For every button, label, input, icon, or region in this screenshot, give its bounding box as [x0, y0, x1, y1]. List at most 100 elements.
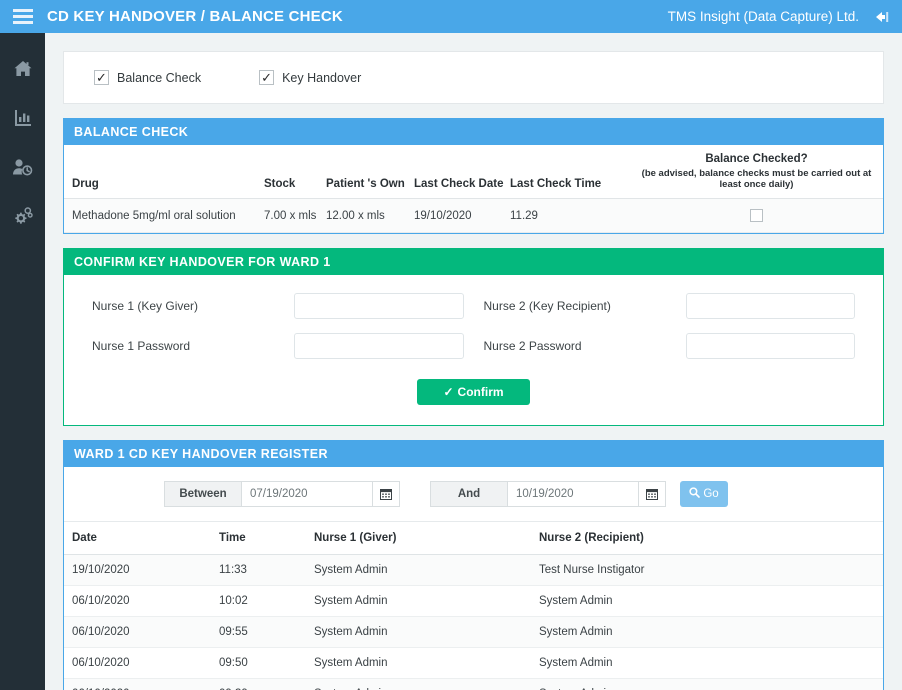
and-label: And [430, 481, 508, 507]
cell-time: 10:02 [219, 585, 314, 617]
cell-nurse2: System Admin [539, 678, 883, 690]
sidebar-item-home[interactable] [0, 47, 45, 96]
key-handover-register-panel: WARD 1 CD KEY HANDOVER REGISTER Between [63, 440, 884, 690]
nurse2-password-group: Nurse 2 Password [474, 333, 866, 359]
table-row: 06/10/2020 09:55 System Admin System Adm… [64, 616, 883, 648]
key-handover-checkbox-box[interactable]: ✓ [259, 70, 275, 85]
check-icon: ✓ [443, 385, 454, 399]
balance-check-checkbox-box[interactable]: ✓ [94, 70, 109, 85]
col-nurse2: Nurse 2 (Recipient) [539, 522, 883, 555]
col-nurse1: Nurse 1 (Giver) [314, 522, 539, 555]
register-filter-bar: Between And [64, 467, 883, 522]
company-name: TMS Insight (Data Capture) Ltd. [667, 9, 859, 24]
between-date-input[interactable] [242, 481, 372, 507]
cell-last-check-time: 11.29 [510, 198, 630, 233]
col-time: Time [219, 522, 314, 555]
hamburger-icon[interactable] [0, 0, 45, 33]
cell-balance-checked[interactable] [630, 198, 883, 233]
and-date-input[interactable] [508, 481, 638, 507]
register-table: Date Time Nurse 1 (Giver) Nurse 2 (Recip… [64, 522, 883, 690]
balance-check-table: Drug Stock Patient 's Own Last Check Dat… [64, 145, 883, 233]
table-row: 06/10/2020 09:50 System Admin System Adm… [64, 647, 883, 679]
col-last-check-date: Last Check Date [414, 145, 510, 199]
cogs-icon [12, 206, 33, 231]
cell-nurse2: Test Nurse Instigator [539, 554, 883, 586]
table-row: Methadone 5mg/ml oral solution 7.00 x ml… [64, 198, 883, 233]
go-button[interactable]: Go [680, 481, 728, 507]
left-sidebar [0, 33, 45, 690]
page-title: CD KEY HANDOVER / BALANCE CHECK [47, 8, 343, 25]
nurse2-password-input[interactable] [685, 333, 855, 359]
register-table-body: 19/10/2020 11:33 System Admin Test Nurse… [64, 554, 883, 690]
header-right-group: TMS Insight (Data Capture) Ltd. [668, 9, 902, 25]
nurse2-name-label: Nurse 2 (Key Recipient) [483, 299, 611, 313]
cell-time: 09:55 [219, 616, 314, 648]
table-row: 19/10/2020 11:33 System Admin Test Nurse… [64, 554, 883, 586]
balance-check-label: Balance Check [117, 70, 202, 85]
mode-check-strip: ✓ Balance Check ✓ Key Handover [63, 51, 884, 104]
confirm-button-label: Confirm [457, 385, 504, 399]
handover-form: Nurse 1 (Key Giver) Nurse 2 (Key Recipie… [64, 275, 883, 425]
col-drug: Drug [64, 145, 264, 199]
go-button-label: Go [703, 488, 719, 500]
nurse2-name-group: Nurse 2 (Key Recipient) [474, 293, 866, 319]
nurse1-name-input[interactable] [294, 293, 464, 319]
checkbox-balance-check[interactable]: ✓ Balance Check [94, 70, 201, 85]
home-icon [13, 59, 33, 84]
between-label: Between [164, 481, 242, 507]
cell-time: 09:39 [219, 678, 314, 690]
nurse1-password-group: Nurse 1 Password [82, 333, 474, 359]
cell-patients-own: 12.00 x mls [326, 198, 414, 233]
cell-time: 11:33 [219, 554, 314, 586]
cell-date: 06/10/2020 [64, 616, 219, 648]
cell-nurse2: System Admin [539, 616, 883, 648]
sidebar-item-settings[interactable] [0, 194, 45, 243]
balance-checked-title: Balance Checked? [705, 153, 808, 165]
cell-nurse1: System Admin [314, 647, 539, 679]
handover-form-row-1: Nurse 1 (Key Giver) Nurse 2 (Key Recipie… [82, 293, 865, 319]
cell-date: 06/10/2020 [64, 678, 219, 690]
cell-nurse2: System Admin [539, 647, 883, 679]
register-header-row: Date Time Nurse 1 (Giver) Nurse 2 (Recip… [64, 522, 883, 555]
user-clock-icon [12, 158, 33, 181]
nurse1-name-group: Nurse 1 (Key Giver) [82, 293, 474, 319]
top-header-bar: CD KEY HANDOVER / BALANCE CHECK TMS Insi… [0, 0, 902, 33]
col-balance-checked: Balance Checked? (be advised, balance ch… [630, 145, 883, 199]
sidebar-item-reports[interactable] [0, 96, 45, 145]
col-last-check-time: Last Check Time [510, 145, 630, 199]
sidebar-item-user-activity[interactable] [0, 145, 45, 194]
cell-stock: 7.00 x mls [264, 198, 326, 233]
cell-nurse1: System Admin [314, 616, 539, 648]
nurse1-password-label: Nurse 1 Password [92, 339, 191, 353]
cell-nurse2: System Admin [539, 585, 883, 617]
confirm-button-wrapper: ✓ Confirm [82, 373, 865, 411]
handover-form-row-2: Nurse 1 Password Nurse 2 Password [82, 333, 865, 359]
cell-last-check-date: 19/10/2020 [414, 198, 510, 233]
cell-date: 06/10/2020 [64, 585, 219, 617]
search-icon [689, 487, 701, 501]
cell-nurse1: System Admin [314, 678, 539, 690]
calendar-icon[interactable] [638, 481, 666, 507]
nurse1-password-input[interactable] [294, 333, 464, 359]
confirm-key-handover-panel: CONFIRM KEY HANDOVER FOR WARD 1 Nurse 1 … [63, 248, 884, 426]
balance-checked-checkbox[interactable] [750, 209, 763, 222]
table-row: 06/10/2020 09:39 System Admin System Adm… [64, 678, 883, 690]
checkbox-key-handover[interactable]: ✓ Key Handover [259, 70, 361, 85]
sign-out-icon[interactable] [873, 9, 890, 25]
col-patients-own: Patient 's Own [326, 145, 414, 199]
main-content: ✓ Balance Check ✓ Key Handover BALANCE C… [45, 33, 902, 690]
table-row: 06/10/2020 10:02 System Admin System Adm… [64, 585, 883, 617]
confirm-button[interactable]: ✓ Confirm [417, 379, 530, 405]
calendar-icon[interactable] [372, 481, 400, 507]
balance-check-panel-title: BALANCE CHECK [64, 118, 883, 145]
cell-date: 06/10/2020 [64, 647, 219, 679]
handover-panel-title: CONFIRM KEY HANDOVER FOR WARD 1 [64, 248, 883, 275]
key-handover-label: Key Handover [282, 70, 362, 85]
and-date-group: And [430, 481, 666, 507]
balance-check-panel: BALANCE CHECK Drug Stock Patient 's Own … [63, 118, 884, 234]
between-date-group: Between [164, 481, 400, 507]
nurse2-name-input[interactable] [685, 293, 855, 319]
chart-bar-icon [14, 109, 32, 132]
cell-date: 19/10/2020 [64, 554, 219, 586]
cell-nurse1: System Admin [314, 585, 539, 617]
